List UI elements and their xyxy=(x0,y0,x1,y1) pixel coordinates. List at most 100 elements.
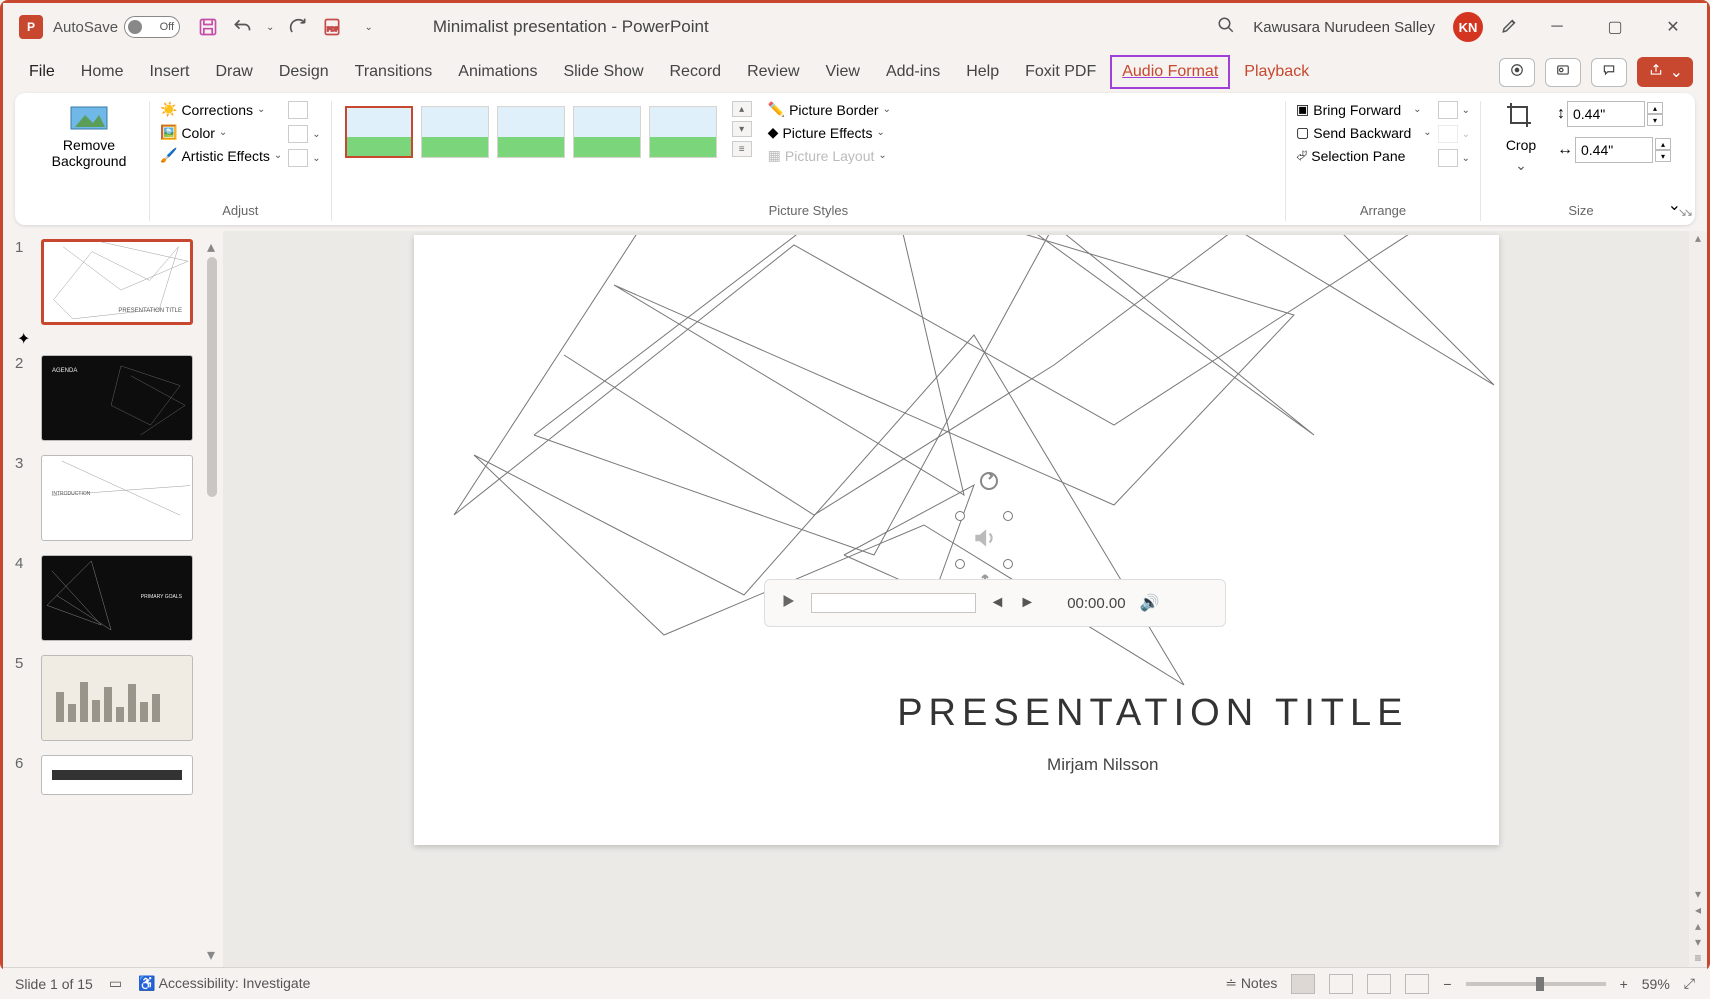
search-icon[interactable] xyxy=(1217,16,1235,39)
tab-audio-format[interactable]: Audio Format xyxy=(1110,55,1230,89)
slide-canvas[interactable]: ◄ ► 00:00.00 🔊 PRESENTATION TITLE Mirjam… xyxy=(414,235,1499,845)
autosave-toggle[interactable]: Off xyxy=(124,16,180,38)
close-button[interactable]: ✕ xyxy=(1653,11,1693,43)
tab-file[interactable]: File xyxy=(17,55,67,89)
crop-button[interactable]: Crop ⌄ xyxy=(1491,101,1551,173)
user-avatar[interactable]: KN xyxy=(1453,12,1483,42)
undo-icon[interactable] xyxy=(232,17,252,37)
comments-button[interactable] xyxy=(1591,58,1627,87)
gallery-scroll[interactable]: ▴▾≡ xyxy=(732,101,752,157)
artistic-effects-button[interactable]: 🖌️Artistic Effects ⌄ xyxy=(160,147,282,164)
qat-customize[interactable]: ⌄ xyxy=(364,22,372,33)
save-icon[interactable] xyxy=(198,17,218,37)
align-icon[interactable] xyxy=(1438,101,1458,119)
sorter-view-button[interactable] xyxy=(1329,974,1353,994)
skip-back-button[interactable]: ◄ xyxy=(990,594,1006,612)
tab-foxit[interactable]: Foxit PDF xyxy=(1013,55,1108,89)
undo-dropdown[interactable]: ⌄ xyxy=(266,22,274,33)
slide-thumb-1[interactable]: 1 PRESENTATION TITLE xyxy=(15,239,219,325)
slide-subtitle-text[interactable]: Mirjam Nilsson xyxy=(1047,755,1158,775)
tab-insert[interactable]: Insert xyxy=(137,55,201,89)
picture-effects-button[interactable]: ◆Picture Effects ⌄ xyxy=(768,124,891,141)
reading-view-button[interactable] xyxy=(1367,974,1391,994)
style-thumb-2[interactable] xyxy=(421,106,489,158)
slide-thumb-5[interactable]: 5 xyxy=(15,655,219,741)
tab-animations[interactable]: Animations xyxy=(446,55,549,89)
height-input[interactable]: ↕▴▾ xyxy=(1557,101,1671,127)
style-thumb-4[interactable] xyxy=(573,106,641,158)
play-button[interactable] xyxy=(779,592,797,615)
resize-handle-tl[interactable] xyxy=(955,511,965,521)
picture-layout-button[interactable]: ▦Picture Layout ⌄ xyxy=(768,147,891,164)
tab-help[interactable]: Help xyxy=(954,55,1011,89)
slide-thumb-6[interactable]: 6 xyxy=(15,755,219,795)
color-button[interactable]: 🖼️Color ⌄ xyxy=(160,124,282,141)
selection-pane-button[interactable]: ⮰Selection Pane xyxy=(1296,147,1432,164)
rotate-icon[interactable] xyxy=(1438,149,1458,167)
accessibility-status[interactable]: ♿ Accessibility: Investigate xyxy=(138,975,310,992)
seek-track[interactable] xyxy=(811,593,976,613)
compress-pictures-icon[interactable] xyxy=(288,101,308,119)
picture-border-button[interactable]: ✏️Picture Border ⌄ xyxy=(768,101,891,118)
user-name[interactable]: Kawusara Nurudeen Salley xyxy=(1253,19,1435,36)
style-thumb-1[interactable] xyxy=(345,106,413,158)
change-picture-icon[interactable] xyxy=(288,125,308,143)
slideshow-view-button[interactable] xyxy=(1405,974,1429,994)
share-button[interactable]: ⌄ xyxy=(1637,57,1693,87)
canvas-scrollbar[interactable]: ▴▾ ◂▴▾≡ xyxy=(1689,231,1707,967)
notes-button[interactable]: ≐ Notes xyxy=(1225,975,1277,992)
tab-view[interactable]: View xyxy=(814,55,872,89)
slide-thumb-4[interactable]: 4 PRIMARY GOALS xyxy=(15,555,219,641)
tab-draw[interactable]: Draw xyxy=(203,55,264,89)
minimize-button[interactable]: ─ xyxy=(1537,11,1577,43)
normal-view-button[interactable] xyxy=(1291,974,1315,994)
width-input[interactable]: ↔▴▾ xyxy=(1557,137,1671,163)
picture-styles-gallery[interactable] xyxy=(342,101,720,163)
resize-handle-tr[interactable] xyxy=(1003,511,1013,521)
volume-icon[interactable]: 🔊 xyxy=(1140,593,1160,613)
bring-forward-button[interactable]: ▣Bring Forward ⌄ xyxy=(1296,101,1432,118)
zoom-slider[interactable] xyxy=(1466,982,1606,986)
zoom-in-button[interactable]: + xyxy=(1620,976,1628,992)
style-thumb-3[interactable] xyxy=(497,106,565,158)
rotate-handle-icon[interactable] xyxy=(977,469,1001,498)
skip-forward-button[interactable]: ► xyxy=(1019,594,1035,612)
tab-slideshow[interactable]: Slide Show xyxy=(551,55,655,89)
send-backward-button[interactable]: ▢Send Backward ⌄ xyxy=(1296,124,1432,141)
reset-picture-icon[interactable] xyxy=(288,149,308,167)
notes-toggle-icon[interactable]: ▭ xyxy=(109,975,122,992)
zoom-level[interactable]: 59% xyxy=(1642,976,1670,992)
slide-thumbnail-panel: 1 PRESENTATION TITLE ✦ 2 AGENDA 3 INTROD… xyxy=(3,231,223,967)
tab-review[interactable]: Review xyxy=(735,55,811,89)
resize-handle-br[interactable] xyxy=(1003,559,1013,569)
picture-styles-group-label: Picture Styles xyxy=(769,203,848,221)
tab-home[interactable]: Home xyxy=(69,55,136,89)
maximize-button[interactable]: ▢ xyxy=(1595,11,1635,43)
remove-background-button[interactable]: Remove Background xyxy=(39,101,139,169)
corrections-button[interactable]: ☀️Corrections ⌄ xyxy=(160,101,282,118)
style-thumb-5[interactable] xyxy=(649,106,717,158)
resize-handle-bl[interactable] xyxy=(955,559,965,569)
export-pdf-icon[interactable]: PDF xyxy=(322,17,342,37)
thumbnail-scrollbar[interactable]: ▴▾ xyxy=(207,237,219,957)
tab-design[interactable]: Design xyxy=(267,55,341,89)
redo-icon[interactable] xyxy=(288,17,308,37)
camera-record-button[interactable] xyxy=(1499,58,1535,87)
slide-thumb-2[interactable]: 2 AGENDA xyxy=(15,355,219,441)
audio-object[interactable] xyxy=(959,515,1009,565)
teams-present-button[interactable] xyxy=(1545,58,1581,87)
group-icon[interactable] xyxy=(1438,125,1458,143)
tab-playback[interactable]: Playback xyxy=(1232,55,1321,89)
collapse-ribbon-icon[interactable]: ⌄ xyxy=(1668,195,1681,215)
slide-title-text[interactable]: PRESENTATION TITLE xyxy=(897,692,1408,735)
size-launcher[interactable]: ↘ xyxy=(1684,206,1693,219)
tab-record[interactable]: Record xyxy=(658,55,734,89)
ribbon-tabs: File Home Insert Draw Design Transitions… xyxy=(3,51,1707,93)
fit-to-window-button[interactable]: ⤢ xyxy=(1684,975,1695,992)
slide-thumb-3[interactable]: 3 INTRODUCTION xyxy=(15,455,219,541)
pen-icon[interactable] xyxy=(1501,16,1519,39)
tab-addins[interactable]: Add-ins xyxy=(874,55,952,89)
slide-indicator[interactable]: Slide 1 of 15 xyxy=(15,976,93,992)
tab-transitions[interactable]: Transitions xyxy=(343,55,445,89)
zoom-out-button[interactable]: − xyxy=(1443,976,1451,992)
